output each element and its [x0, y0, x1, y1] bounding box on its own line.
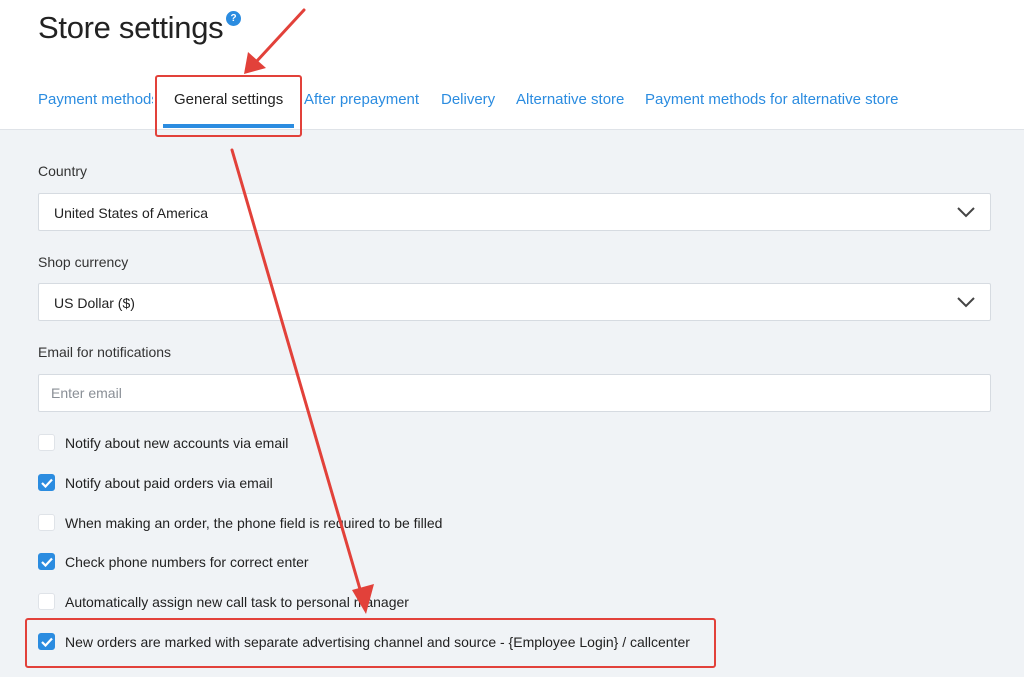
check-icon — [41, 557, 53, 567]
annotation-highlight-checkbox — [25, 618, 716, 668]
checkbox[interactable] — [38, 593, 55, 610]
checkbox-label: Notify about paid orders via email — [65, 475, 273, 491]
tab-alternative-store[interactable]: Alternative store — [516, 91, 624, 108]
currency-value: US Dollar ($) — [54, 295, 135, 311]
checkbox-label: Check phone numbers for correct enter — [65, 554, 309, 570]
chevron-down-icon — [957, 207, 975, 218]
checkbox-label: Notify about new accounts via email — [65, 435, 289, 451]
email-field[interactable] — [38, 374, 991, 412]
country-value: United States of America — [54, 205, 209, 221]
tab-after-prepayment[interactable]: After prepayment — [304, 91, 419, 108]
check-icon — [41, 478, 53, 488]
checkbox[interactable] — [38, 514, 55, 531]
checkbox-label: Automatically assign new call task to pe… — [65, 594, 409, 610]
tab-payment-methods-alternative-store[interactable]: Payment methods for alternative store — [645, 91, 898, 108]
tab-payment-methods[interactable]: Payment methods — [38, 91, 159, 108]
checkbox[interactable] — [38, 553, 55, 570]
country-label: Country — [38, 163, 88, 179]
help-icon[interactable]: ? — [226, 11, 241, 26]
chevron-down-icon — [957, 297, 975, 308]
checkbox-label: When making an order, the phone field is… — [65, 515, 443, 531]
country-select[interactable]: United States of America — [38, 193, 991, 231]
page-title: Store settings — [38, 10, 224, 45]
email-label: Email for notifications — [38, 344, 172, 360]
checkbox[interactable] — [38, 474, 55, 491]
currency-label: Shop currency — [38, 254, 129, 270]
annotation-highlight-tab — [155, 75, 302, 137]
currency-select[interactable]: US Dollar ($) — [38, 283, 991, 321]
checkbox[interactable] — [38, 434, 55, 451]
tab-delivery[interactable]: Delivery — [441, 91, 495, 108]
